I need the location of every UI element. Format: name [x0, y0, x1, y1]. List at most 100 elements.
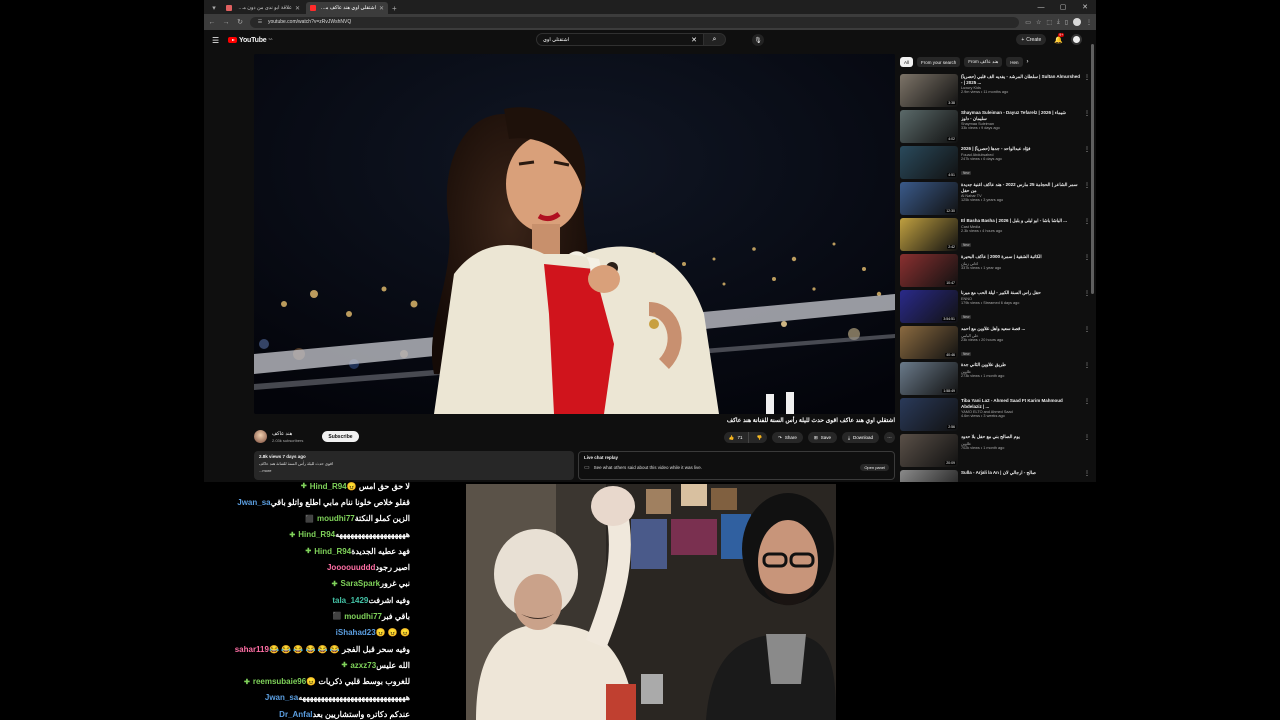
description-more[interactable]: ...more [259, 468, 569, 473]
related-video-item[interactable]: 2:56 Tiba Yani La2 - Ahmed Saad Ft Karim … [900, 398, 1090, 432]
video-thumbnail[interactable]: 10:47 [900, 254, 958, 287]
kebab-menu-icon[interactable]: ⋮ [1084, 110, 1090, 144]
chat-username[interactable]: Hind_R94 [314, 547, 351, 556]
chat-username[interactable]: Jwan_sa [237, 498, 270, 507]
chat-username[interactable]: Jwan_sa [265, 693, 298, 702]
chat-username[interactable]: SaraSpark [341, 579, 381, 588]
related-video-title[interactable]: Sulla - Arjali la An | صالح - ارجالي لان [961, 470, 1081, 476]
chat-username[interactable]: iShahad23 [336, 628, 376, 637]
video-thumbnail[interactable] [900, 470, 958, 482]
voice-search-button[interactable]: 🎙 [752, 34, 764, 46]
video-thumbnail[interactable]: 20:09 [900, 434, 958, 467]
related-video-title[interactable]: الكاتبة الشقية | سمرة 2000 | عاكف البحير… [961, 254, 1081, 260]
chat-username[interactable]: Dr_Anfal [279, 710, 312, 719]
related-video-item[interactable]: 4:51 فؤاد عبدالواحد - جدها (حصرياً) | 202… [900, 146, 1090, 180]
bookmark-star-icon[interactable]: ☆ [1036, 19, 1041, 26]
chat-username[interactable]: sahar119 [235, 645, 269, 654]
kebab-menu-icon[interactable]: ⋮ [1084, 434, 1090, 468]
page-scrollbar[interactable] [1091, 36, 1094, 476]
related-video-item[interactable]: 2:42 El Basha Basha | 2026 | الباشا باشا … [900, 218, 1090, 252]
tab-search-icon[interactable]: ▾ [208, 2, 220, 14]
chat-username[interactable]: moudhi77 [317, 514, 355, 523]
description-box[interactable]: 2.8k views 7 days ago اقوى حدث لليلة رأس… [254, 451, 574, 480]
chat-username[interactable]: moudhi77 [344, 612, 382, 621]
like-button[interactable]: 👍 71 [724, 432, 749, 443]
related-video-title[interactable]: طريق علاوين الثاني جدة [961, 362, 1081, 368]
related-video-title[interactable]: يوم الصالح بني مع حفل بلا حدود [961, 434, 1081, 440]
extensions-icon[interactable]: ⬚ [1046, 19, 1052, 26]
kebab-menu-icon[interactable]: ⋮ [1084, 398, 1090, 432]
open-panel-button[interactable]: Open panel [860, 464, 889, 471]
related-video-title[interactable]: Tiba Yani La2 - Ahmed Saad Ft Karim Mahm… [961, 398, 1081, 409]
chip-partial[interactable]: Hen [1006, 57, 1023, 67]
chevron-right-icon[interactable]: › [1027, 59, 1029, 65]
kebab-menu-icon[interactable]: ⋮ [1084, 218, 1090, 252]
hamburger-menu-icon[interactable]: ☰ [212, 36, 222, 45]
kebab-menu-icon[interactable]: ⋮ [1084, 326, 1090, 360]
related-video-item[interactable]: 3:54:51 حفل رأس السنة الكبير - ليلة الحب … [900, 290, 1090, 324]
more-actions-button[interactable]: ⋯ [884, 432, 895, 443]
kebab-menu-icon[interactable]: ⋮ [1084, 362, 1090, 396]
maximize-icon[interactable]: ▢ [1052, 0, 1074, 14]
minimize-icon[interactable]: — [1030, 0, 1052, 14]
related-video-item[interactable]: 1:58:49 طريق علاوين الثاني جدة علاوين 273k … [900, 362, 1090, 396]
kebab-menu-icon[interactable]: ⋮ [1084, 290, 1090, 324]
search-button[interactable]: ⌕ [704, 33, 726, 46]
video-thumbnail[interactable]: 1:58:49 [900, 362, 958, 395]
chat-username[interactable]: tala_1429 [332, 596, 368, 605]
share-button[interactable]: ↷ Share [772, 432, 803, 443]
related-video-title[interactable]: Shaymaa Suleiman - Dayuz Tefarelz | 2026… [961, 110, 1081, 121]
video-thumbnail[interactable]: 3:38 [900, 74, 958, 107]
video-player[interactable] [254, 54, 895, 414]
close-icon[interactable]: ✕ [295, 5, 300, 12]
downloads-icon[interactable]: ⤓ [1057, 19, 1060, 26]
related-video-title[interactable]: سلطان المرشد - يفديه الف قلبي (حصرياً) |… [961, 74, 1081, 85]
chat-username[interactable]: azxz73 [350, 661, 376, 670]
dislike-button[interactable]: 👎 [752, 432, 768, 443]
save-button[interactable]: ⊞ Save [807, 432, 837, 443]
related-video-title[interactable]: قصة سعيد وأهل غلاوين مع احمد ... [961, 326, 1081, 332]
video-thumbnail[interactable]: 4:51 [900, 146, 958, 179]
channel-avatar[interactable] [254, 430, 267, 443]
chip-all[interactable]: All [900, 57, 914, 67]
video-thumbnail[interactable]: 2:42 [900, 218, 958, 251]
related-video-item[interactable]: 40:46 قصة سعيد وأهل غلاوين مع احمد ... علي… [900, 326, 1090, 360]
video-thumbnail[interactable]: 12:30 [900, 182, 958, 215]
youtube-logo[interactable]: YouTube SA [228, 37, 273, 44]
profile-avatar[interactable] [1073, 18, 1081, 26]
account-avatar[interactable] [1071, 34, 1082, 45]
notifications-button[interactable]: 🔔 9+ [1054, 32, 1065, 44]
clear-search-icon[interactable]: ✕ [691, 36, 697, 44]
related-video-item[interactable]: 3:38 سلطان المرشد - يفديه الف قلبي (حصريا… [900, 74, 1090, 108]
video-thumbnail[interactable]: 4:02 [900, 110, 958, 143]
related-video-title[interactable]: حفل رأس السنة الكبير - ليلة الحب مع ميرن… [961, 290, 1081, 296]
video-thumbnail[interactable]: 2:56 [900, 398, 958, 431]
back-icon[interactable]: ← [208, 19, 216, 26]
chat-username[interactable]: Hind_R94 [310, 482, 347, 491]
kebab-menu-icon[interactable]: ⋮ [1084, 182, 1090, 216]
kebab-menu-icon[interactable]: ⋮ [1084, 470, 1090, 482]
chat-username[interactable]: reemsubaie96 [253, 677, 306, 686]
search-input[interactable]: اشتقتلي اوي ✕ [536, 33, 704, 46]
related-video-item[interactable]: 20:09 يوم الصالح بني مع حفل بلا حدود علاوي… [900, 434, 1090, 468]
kebab-menu-icon[interactable]: ⋮ [1084, 254, 1090, 288]
scrollbar-thumb[interactable] [1091, 44, 1094, 294]
browser-tab-1[interactable]: علاقة ابو ندى من دون مسلم ولا ... ثانيه … [222, 2, 304, 14]
browser-tab-2[interactable]: اشتقلي اوي هند عاكف مكانك (4537) ✕ [306, 2, 388, 14]
chip-from-channel[interactable]: From هند عاكف [964, 57, 1003, 67]
related-video-title[interactable]: El Basha Basha | 2026 | الباشا باشا - اب… [961, 218, 1081, 224]
related-video-item[interactable]: 10:47 الكاتبة الشقية | سمرة 2000 | عاكف ا… [900, 254, 1090, 288]
kebab-menu-icon[interactable]: ⋮ [1084, 74, 1090, 108]
related-video-item[interactable]: Sulla - Arjali la An | صالح - ارجالي لان… [900, 470, 1090, 482]
kebab-menu-icon[interactable]: ⋮ [1084, 146, 1090, 180]
subscribe-button[interactable]: Subscribe [322, 431, 359, 442]
related-video-item[interactable]: 4:02 Shaymaa Suleiman - Dayuz Tefarelz | … [900, 110, 1090, 144]
chip-from-search[interactable]: From your search [917, 57, 961, 67]
download-button[interactable]: ⤓ Download [841, 432, 879, 443]
forward-icon[interactable]: → [222, 19, 230, 26]
kebab-menu-icon[interactable]: ⋮ [1086, 19, 1092, 26]
related-video-title[interactable]: فؤاد عبدالواحد - جدها (حصرياً) | 2026 [961, 146, 1081, 152]
site-info-icon[interactable]: ☰ [256, 19, 264, 25]
create-button[interactable]: + Create [1016, 34, 1047, 45]
close-window-icon[interactable]: ✕ [1074, 0, 1096, 14]
